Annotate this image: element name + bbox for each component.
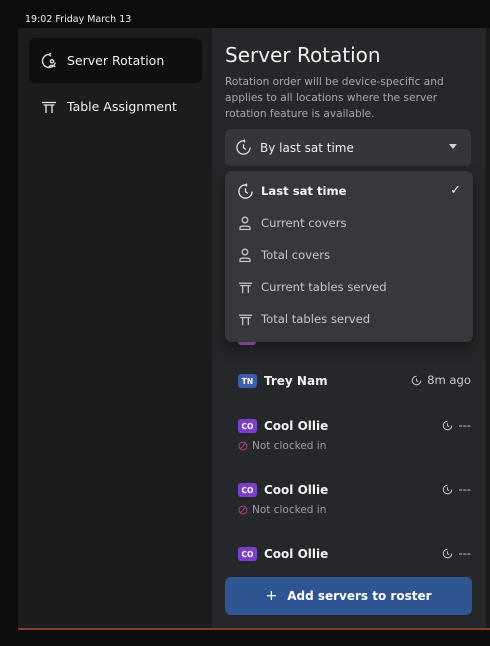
server-list-item[interactable]: CO Cool Ollie --- Not clocked in — [238, 481, 471, 516]
clock-icon — [411, 375, 422, 386]
not-clocked-in-icon — [238, 505, 248, 515]
server-list-item[interactable]: CO Cool Ollie --- Not clocked in — [238, 417, 471, 452]
status-bar: 19:02 Friday March 13 — [0, 0, 490, 28]
server-name: Trey Nam — [264, 374, 328, 388]
last-sat-time-value: --- — [458, 546, 471, 560]
plus-icon: + — [265, 588, 278, 604]
page-title: Server Rotation — [225, 43, 381, 67]
last-sat-time: --- — [442, 546, 471, 560]
sidebar: Server Rotation Table Assignment — [18, 28, 212, 630]
sidebar-item-label: Server Rotation — [67, 53, 165, 68]
sidebar-item-table-assignment[interactable]: Table Assignment — [29, 84, 202, 129]
clock-icon — [236, 182, 254, 200]
last-sat-time-value: --- — [458, 418, 471, 432]
sort-option-label: Current covers — [261, 216, 347, 230]
main-panel: Server Rotation Rotation order will be d… — [212, 28, 490, 630]
last-sat-time-value: --- — [458, 482, 471, 496]
last-sat-time: --- — [442, 418, 471, 432]
table-icon — [39, 97, 59, 117]
page-description: Rotation order will be device-specific a… — [225, 76, 444, 120]
last-sat-time-value: 8m ago — [427, 373, 471, 387]
sort-option-total-tables-served[interactable]: Total tables served — [225, 303, 473, 335]
server-list-item[interactable]: CO Cool Ollie --- — [238, 545, 471, 563]
bottom-divider — [18, 628, 490, 630]
sort-select[interactable]: By last sat time — [225, 129, 471, 166]
avatar: TN — [238, 374, 257, 388]
sort-option-label: Total covers — [261, 248, 331, 262]
status-datetime: 19:02 Friday March 13 — [25, 14, 132, 25]
clock-status: Not clocked in — [252, 504, 327, 516]
scrollbar — [486, 28, 490, 630]
table-icon — [236, 310, 254, 328]
clock-icon — [442, 484, 453, 495]
table-icon — [236, 278, 254, 296]
sort-option-label: Current tables served — [261, 280, 387, 294]
not-clocked-in-icon — [238, 441, 248, 451]
server-name: Cool Ollie — [264, 419, 329, 433]
sort-option-last-sat-time[interactable]: Last sat time ✓ — [225, 175, 473, 207]
add-servers-button[interactable]: + Add servers to roster — [225, 577, 472, 615]
avatar: CO — [238, 419, 257, 433]
sort-option-label: Last sat time — [261, 184, 347, 198]
last-sat-time: --- — [442, 482, 471, 496]
server-name: Cool Ollie — [264, 547, 329, 561]
sort-dropdown-menu: Last sat time ✓ Current covers Total cov… — [225, 171, 473, 342]
add-servers-button-label: Add servers to roster — [287, 589, 432, 603]
person-icon — [236, 246, 254, 264]
clock-status: Not clocked in — [252, 440, 327, 452]
clock-icon — [235, 139, 252, 156]
sort-select-value: By last sat time — [260, 140, 354, 155]
server-rotation-icon — [39, 51, 59, 71]
avatar: CO — [238, 547, 257, 561]
person-icon — [236, 214, 254, 232]
avatar: CO — [238, 483, 257, 497]
sort-option-current-covers[interactable]: Current covers — [225, 207, 473, 239]
sidebar-item-label: Table Assignment — [67, 99, 177, 114]
sort-option-label: Total tables served — [261, 312, 371, 326]
sort-option-current-tables-served[interactable]: Current tables served — [225, 271, 473, 303]
clock-icon — [442, 548, 453, 559]
last-sat-time: 8m ago — [411, 373, 471, 387]
server-list-item[interactable]: TN Trey Nam 8m ago — [238, 372, 471, 390]
check-icon: ✓ — [450, 183, 461, 198]
sort-option-total-covers[interactable]: Total covers — [225, 239, 473, 271]
sidebar-item-server-rotation[interactable]: Server Rotation — [29, 38, 202, 83]
app-window: Server Rotation Table Assignment Server … — [18, 28, 490, 630]
clock-icon — [442, 420, 453, 431]
chevron-down-icon — [449, 144, 457, 149]
server-name: Cool Ollie — [264, 483, 329, 497]
